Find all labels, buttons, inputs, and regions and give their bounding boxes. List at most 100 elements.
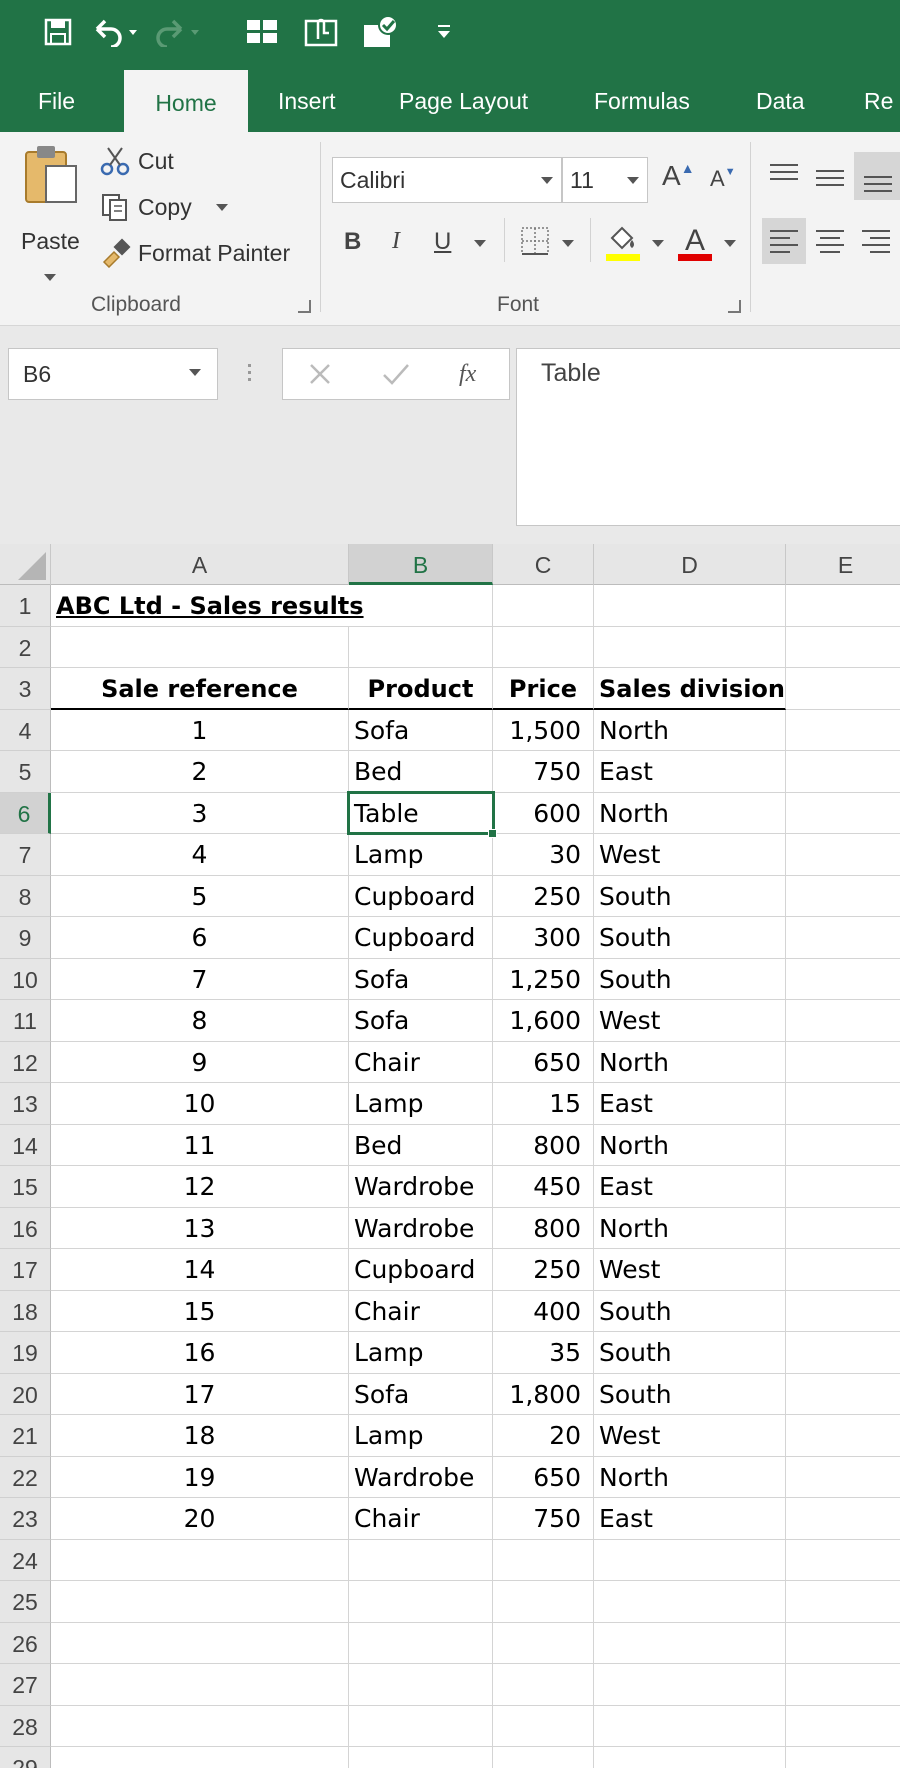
cell-e10[interactable] bbox=[786, 959, 900, 1000]
row-header[interactable]: 27 bbox=[0, 1664, 51, 1706]
cell-e17[interactable] bbox=[786, 1249, 900, 1291]
cell-a21[interactable]: 18 bbox=[51, 1415, 349, 1457]
cell-c22[interactable]: 650 bbox=[493, 1456, 594, 1498]
row-header[interactable]: 15 bbox=[0, 1166, 51, 1208]
cell-c16[interactable]: 800 bbox=[493, 1207, 594, 1249]
cell-b8[interactable]: Cupboard bbox=[349, 875, 493, 917]
tab-review[interactable]: Re bbox=[864, 62, 893, 132]
row-header[interactable]: 14 bbox=[0, 1124, 51, 1166]
cell-d13[interactable]: East bbox=[594, 1083, 786, 1125]
row-header[interactable]: 2 bbox=[0, 626, 51, 668]
cell-d14[interactable]: North bbox=[594, 1124, 786, 1166]
cell-b24[interactable] bbox=[349, 1539, 493, 1581]
cell-e24[interactable] bbox=[786, 1540, 900, 1581]
cell-e27[interactable] bbox=[786, 1664, 900, 1706]
chevron-down-icon[interactable] bbox=[562, 240, 574, 247]
format-painter-button[interactable]: Format Painter bbox=[98, 236, 308, 274]
cell-a24[interactable] bbox=[51, 1539, 349, 1581]
cell-b19[interactable]: Lamp bbox=[349, 1332, 493, 1374]
cell-c7[interactable]: 30 bbox=[493, 834, 594, 876]
formula-bar-splitter[interactable] bbox=[248, 360, 252, 388]
cell-a10[interactable]: 7 bbox=[51, 958, 349, 1000]
row-header[interactable]: 12 bbox=[0, 1041, 51, 1083]
cell-c27[interactable] bbox=[493, 1664, 594, 1706]
font-size-select[interactable]: 11 bbox=[562, 157, 648, 203]
row-header[interactable]: 23 bbox=[0, 1498, 51, 1540]
chevron-down-icon[interactable] bbox=[652, 240, 664, 247]
cell-d24[interactable] bbox=[594, 1539, 786, 1581]
tab-page-layout[interactable]: Page Layout bbox=[399, 62, 528, 132]
select-all-corner[interactable] bbox=[0, 544, 51, 585]
save-icon[interactable] bbox=[36, 12, 80, 52]
cancel-icon[interactable] bbox=[307, 361, 333, 387]
cell-c5[interactable]: 750 bbox=[493, 751, 594, 793]
row-header[interactable]: 3 bbox=[0, 668, 51, 710]
cell-a3[interactable]: Sale reference bbox=[51, 668, 349, 710]
cell-b15[interactable]: Wardrobe bbox=[349, 1166, 493, 1208]
row-header[interactable]: 18 bbox=[0, 1290, 51, 1332]
cell-c17[interactable]: 250 bbox=[493, 1249, 594, 1291]
row-header[interactable]: 16 bbox=[0, 1207, 51, 1249]
align-left-button[interactable] bbox=[762, 218, 806, 264]
fill-handle[interactable] bbox=[488, 829, 497, 838]
cell-e8[interactable] bbox=[786, 876, 900, 917]
cell-e13[interactable] bbox=[786, 1083, 900, 1125]
cell-d4[interactable]: North bbox=[594, 709, 786, 751]
paste-button[interactable]: Paste bbox=[16, 142, 86, 302]
cell-d25[interactable] bbox=[594, 1581, 786, 1623]
cell-e6[interactable] bbox=[786, 793, 900, 834]
cell-d15[interactable]: East bbox=[594, 1166, 786, 1208]
align-center-button[interactable] bbox=[808, 218, 852, 264]
cell-d12[interactable]: North bbox=[594, 1041, 786, 1083]
cell-d16[interactable]: North bbox=[594, 1207, 786, 1249]
formula-input[interactable]: Table bbox=[516, 348, 900, 526]
enter-check-icon[interactable] bbox=[381, 361, 411, 387]
tab-insert[interactable]: Insert bbox=[278, 62, 336, 132]
cell-e4[interactable] bbox=[786, 710, 900, 751]
cell-b11[interactable]: Sofa bbox=[349, 1000, 493, 1042]
cell-d29[interactable] bbox=[594, 1747, 786, 1768]
cell-d20[interactable]: South bbox=[594, 1373, 786, 1415]
cell-d11[interactable]: West bbox=[594, 1000, 786, 1042]
name-box[interactable]: B6 bbox=[8, 348, 218, 400]
cell-a5[interactable]: 2 bbox=[51, 751, 349, 793]
cell-e26[interactable] bbox=[786, 1623, 900, 1664]
row-header[interactable]: 4 bbox=[0, 709, 51, 751]
undo-icon[interactable] bbox=[88, 12, 142, 52]
font-launcher-icon[interactable] bbox=[728, 300, 741, 313]
cell-d27[interactable] bbox=[594, 1664, 786, 1706]
column-header-e[interactable]: E bbox=[786, 544, 900, 585]
column-header-c[interactable]: C bbox=[493, 544, 594, 585]
cell-e3[interactable] bbox=[786, 668, 900, 710]
cell-c4[interactable]: 1,500 bbox=[493, 709, 594, 751]
row-header[interactable]: 1 bbox=[0, 585, 51, 627]
borders-icon[interactable] bbox=[520, 226, 550, 256]
cell-a28[interactable] bbox=[51, 1705, 349, 1747]
cell-b12[interactable]: Chair bbox=[349, 1041, 493, 1083]
cell-e21[interactable] bbox=[786, 1415, 900, 1457]
font-name-select[interactable]: Calibri bbox=[332, 157, 562, 203]
cell-c9[interactable]: 300 bbox=[493, 917, 594, 959]
tab-data[interactable]: Data bbox=[756, 62, 805, 132]
cell-c12[interactable]: 650 bbox=[493, 1041, 594, 1083]
cell-c11[interactable]: 1,600 bbox=[493, 1000, 594, 1042]
cell-c2[interactable] bbox=[493, 626, 594, 668]
cell-a7[interactable]: 4 bbox=[51, 834, 349, 876]
cell-d22[interactable]: North bbox=[594, 1456, 786, 1498]
row-header[interactable]: 26 bbox=[0, 1622, 51, 1664]
row-header[interactable]: 7 bbox=[0, 834, 51, 876]
row-header[interactable]: 9 bbox=[0, 917, 51, 959]
cell-b13[interactable]: Lamp bbox=[349, 1083, 493, 1125]
cell-a23[interactable]: 20 bbox=[51, 1498, 349, 1540]
cell-d19[interactable]: South bbox=[594, 1332, 786, 1374]
cell-c10[interactable]: 1,250 bbox=[493, 958, 594, 1000]
column-header-b[interactable]: B bbox=[349, 544, 493, 585]
cell-c15[interactable]: 450 bbox=[493, 1166, 594, 1208]
customize-icon[interactable] bbox=[432, 12, 456, 52]
cell-a11[interactable]: 8 bbox=[51, 1000, 349, 1042]
row-header[interactable]: 10 bbox=[0, 958, 51, 1000]
cell-a25[interactable] bbox=[51, 1581, 349, 1623]
form-icon[interactable] bbox=[244, 12, 280, 52]
cell-b4[interactable]: Sofa bbox=[349, 709, 493, 751]
row-header[interactable]: 13 bbox=[0, 1083, 51, 1125]
